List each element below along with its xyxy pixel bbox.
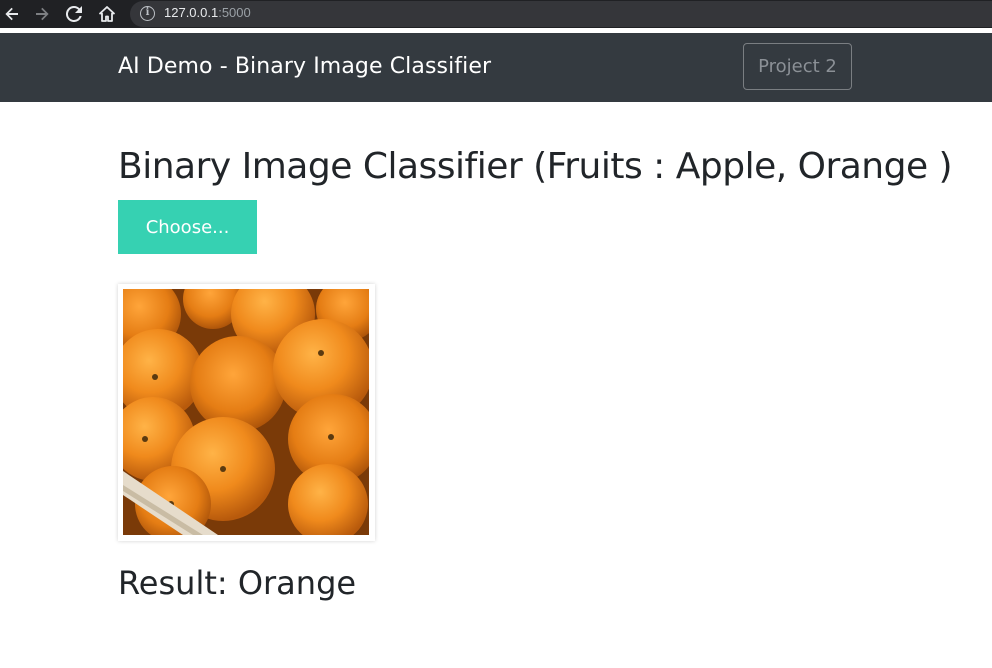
info-icon[interactable]: i	[140, 6, 155, 21]
project-2-button[interactable]: Project 2	[743, 43, 852, 90]
url-port: :5000	[218, 5, 251, 20]
reload-icon[interactable]	[64, 4, 84, 24]
home-icon[interactable]	[97, 4, 117, 24]
image-preview	[118, 284, 375, 541]
navbar-brand[interactable]: AI Demo - Binary Image Classifier	[118, 54, 491, 79]
result-text: Result: Orange	[118, 564, 357, 602]
oranges-photo	[123, 289, 369, 535]
choose-file-button[interactable]: Choose...	[118, 200, 257, 254]
address-bar[interactable]: i 127.0.0.1:5000	[130, 1, 992, 27]
back-arrow-icon[interactable]	[2, 4, 22, 24]
url-host: 127.0.0.1	[164, 5, 219, 20]
page-title: Binary Image Classifier (Fruits : Apple,…	[118, 146, 953, 187]
url-text: 127.0.0.1:5000	[164, 5, 251, 20]
browser-toolbar: i 127.0.0.1:5000	[0, 0, 992, 28]
forward-arrow-icon[interactable]	[32, 4, 52, 24]
app-navbar: AI Demo - Binary Image Classifier Projec…	[0, 33, 992, 102]
